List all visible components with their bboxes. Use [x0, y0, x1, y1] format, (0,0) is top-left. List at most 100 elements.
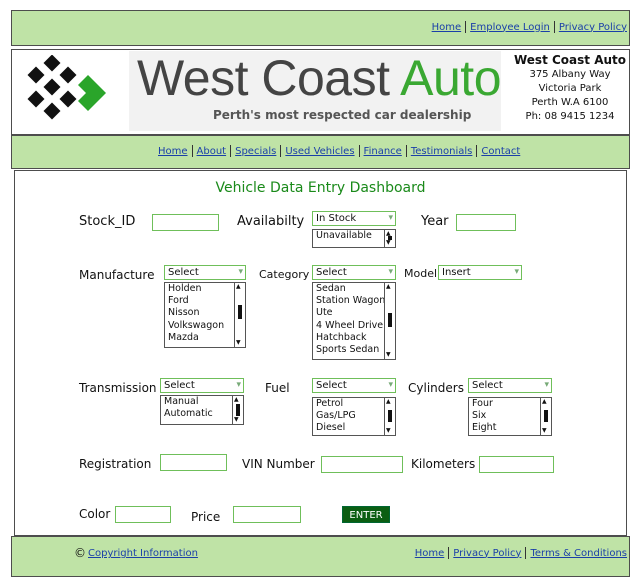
- scrollbar-thumb[interactable]: [236, 404, 240, 416]
- transmission-listbox[interactable]: Manual Automatic ▲ ▼: [160, 395, 244, 425]
- triangle-down-icon[interactable]: ▼: [542, 428, 547, 434]
- triangle-up-icon[interactable]: ▲: [234, 397, 239, 403]
- availability-select[interactable]: In Stock ▾: [312, 211, 396, 226]
- model-label: Model: [404, 267, 438, 280]
- nav-contact-link[interactable]: Contact: [481, 146, 520, 157]
- scrollbar-thumb[interactable]: [544, 410, 548, 422]
- triangle-up-icon[interactable]: ▲: [386, 399, 391, 405]
- nav-finance-link[interactable]: Finance: [364, 146, 402, 157]
- tagline: Perth's most respected car dealership: [213, 108, 472, 122]
- top-nav: Home Employee Login Privacy Policy: [432, 21, 627, 33]
- divider: [476, 145, 478, 157]
- chevron-down-icon: ▾: [238, 267, 243, 277]
- copyright-information-link[interactable]: Copyright Information: [88, 548, 198, 559]
- model-select-value: Insert: [442, 267, 471, 278]
- color-label: Color: [79, 507, 111, 521]
- scrollbar-thumb[interactable]: [388, 410, 392, 422]
- chevron-down-icon: ▾: [388, 213, 393, 223]
- scrollbar[interactable]: ▲ ▼: [232, 396, 243, 424]
- divider: [358, 145, 360, 157]
- triangle-down-icon[interactable]: ▼: [386, 352, 391, 358]
- nav-home-link[interactable]: Home: [158, 146, 188, 157]
- top-nav-bar: Home Employee Login Privacy Policy: [11, 10, 630, 46]
- dealer-phone: Ph: 08 9415 1234: [525, 111, 615, 122]
- scrollbar[interactable]: ▲ ▼: [384, 283, 395, 359]
- year-input[interactable]: [456, 214, 516, 231]
- header: West Coast Auto Perth's most respected c…: [11, 49, 630, 135]
- price-input[interactable]: [233, 506, 301, 523]
- price-label: Price: [191, 510, 221, 524]
- dealer-city: Perth W.A 6100: [531, 97, 609, 108]
- transmission-select-value: Select: [164, 380, 195, 391]
- category-select-value: Select: [316, 267, 347, 278]
- scrollbar[interactable]: ▲ ▼: [540, 398, 551, 435]
- footer: © Copyright Information Home Privacy Pol…: [11, 536, 630, 577]
- scrollbar[interactable]: ▲ ▼: [384, 398, 395, 435]
- main-nav-bar: Home About Specials Used Vehicles Financ…: [11, 135, 630, 169]
- triangle-up-icon[interactable]: ▲: [386, 284, 391, 290]
- top-nav-privacy-policy-link[interactable]: Privacy Policy: [559, 22, 627, 33]
- availability-listbox[interactable]: Unavailable ▲ ▼: [312, 229, 396, 248]
- footer-terms-link[interactable]: Terms & Conditions: [530, 548, 627, 559]
- cylinders-select-value: Select: [472, 380, 503, 391]
- chevron-down-icon: ▾: [514, 267, 519, 277]
- fuel-select-value: Select: [316, 380, 347, 391]
- chevron-down-icon: ▾: [388, 267, 393, 277]
- dealer-street: 375 Albany Way: [529, 69, 611, 80]
- footer-home-link[interactable]: Home: [415, 548, 445, 559]
- triangle-up-icon[interactable]: ▲: [542, 399, 547, 405]
- availability-label: Availabilty: [237, 214, 305, 229]
- manufacture-select[interactable]: Select ▾: [164, 265, 246, 280]
- registration-label: Registration: [79, 457, 152, 471]
- divider: [465, 21, 467, 33]
- stock-id-input[interactable]: [152, 214, 219, 231]
- top-nav-employee-login-link[interactable]: Employee Login: [470, 22, 550, 33]
- scrollbar[interactable]: ▲ ▼: [234, 283, 245, 347]
- manufacture-select-value: Select: [168, 267, 199, 278]
- enter-button[interactable]: ENTER: [342, 506, 390, 523]
- diamond-grid-arrow-icon: [27, 55, 106, 120]
- top-nav-home-link[interactable]: Home: [432, 22, 462, 33]
- transmission-label: Transmission: [79, 381, 157, 395]
- scrollbar-thumb[interactable]: [388, 313, 392, 327]
- triangle-down-icon[interactable]: ▼: [386, 428, 391, 434]
- triangle-down-icon[interactable]: ▼: [234, 417, 239, 423]
- divider: [230, 145, 232, 157]
- color-input[interactable]: [115, 506, 171, 523]
- divider: [525, 547, 527, 559]
- stock-id-label: Stock_ID: [79, 214, 136, 229]
- transmission-select[interactable]: Select ▾: [160, 378, 244, 393]
- triangle-up-icon[interactable]: ▲: [236, 284, 241, 290]
- registration-input[interactable]: [160, 454, 227, 471]
- cylinders-select[interactable]: Select ▾: [468, 378, 552, 393]
- cylinders-listbox[interactable]: Four Six Eight ▲ ▼: [468, 397, 552, 436]
- availability-select-value: In Stock: [316, 213, 357, 224]
- vin-number-label: VIN Number: [242, 457, 315, 471]
- divider: [191, 145, 193, 157]
- nav-used-vehicles-link[interactable]: Used Vehicles: [285, 146, 354, 157]
- copyright-icon: ©: [74, 546, 86, 560]
- scrollbar[interactable]: ▲ ▼: [384, 230, 395, 247]
- category-select[interactable]: Select ▾: [312, 265, 396, 280]
- category-listbox[interactable]: Sedan Station Wagon Ute 4 Wheel Drive Ha…: [312, 282, 396, 360]
- fuel-label: Fuel: [265, 381, 290, 395]
- dealer-address: West Coast Auto 375 Albany Way Victoria …: [512, 52, 628, 124]
- footer-privacy-policy-link[interactable]: Privacy Policy: [453, 548, 521, 559]
- triangle-down-icon[interactable]: ▼: [386, 240, 391, 246]
- year-label: Year: [421, 214, 449, 229]
- vin-number-input[interactable]: [321, 456, 403, 473]
- main-nav: Home About Specials Used Vehicles Financ…: [158, 145, 520, 157]
- fuel-listbox[interactable]: Petrol Gas/LPG Diesel ▲ ▼: [312, 397, 396, 436]
- nav-testimonials-link[interactable]: Testimonials: [411, 146, 473, 157]
- manufacture-listbox[interactable]: Holden Ford Nisson Volkswagon Mazda ▲ ▼: [164, 282, 246, 348]
- triangle-down-icon[interactable]: ▼: [236, 340, 241, 346]
- scrollbar-thumb[interactable]: [238, 305, 242, 319]
- divider: [553, 21, 555, 33]
- kilometers-label: Kilometers: [411, 457, 476, 471]
- kilometers-input[interactable]: [479, 456, 554, 473]
- nav-about-link[interactable]: About: [197, 146, 227, 157]
- nav-specials-link[interactable]: Specials: [235, 146, 276, 157]
- fuel-select[interactable]: Select ▾: [312, 378, 396, 393]
- divider: [280, 145, 282, 157]
- model-select[interactable]: Insert ▾: [438, 265, 522, 280]
